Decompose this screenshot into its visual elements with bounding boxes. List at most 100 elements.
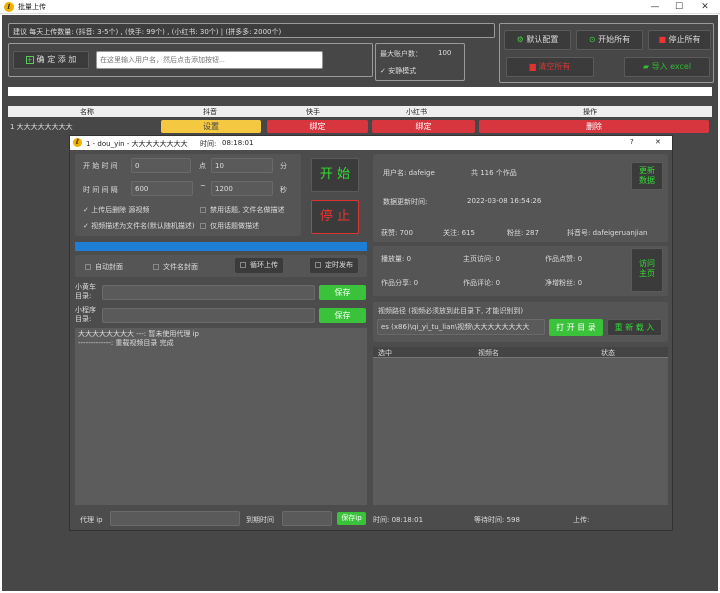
gear-icon: ⚙ xyxy=(516,35,527,44)
username-input[interactable] xyxy=(96,51,323,69)
stop-all-button[interactable]: ■ 停止所有 xyxy=(648,30,711,50)
cart-dir-input[interactable] xyxy=(102,285,315,300)
start-hour-input[interactable]: 0 xyxy=(131,158,191,173)
open-dir-button[interactable]: 打 开 目 录 xyxy=(549,319,603,336)
fans-stat: 粉丝: 287 xyxy=(507,229,539,237)
maximize-icon[interactable]: ☐ xyxy=(668,0,690,14)
delete-after-checkbox[interactable]: ✓ 上传后删除 源视频 xyxy=(83,205,149,215)
log-line: 大大大大大大大大 ---: 暂未使用代理 ip xyxy=(78,330,199,338)
visit-home-button[interactable]: 访问 主页 xyxy=(631,248,663,292)
clear-all-button[interactable]: ▆ 清空所有 xyxy=(506,57,594,77)
safe-mode-checkbox[interactable]: ✓ 安静模式 xyxy=(380,66,416,76)
works-count: 共 116 个作品 xyxy=(471,169,517,177)
table-row[interactable]: 1 大大大大大大大大 设置 绑定 绑定 删除 xyxy=(8,120,712,133)
interval-min-input[interactable]: 600 xyxy=(131,181,193,196)
cover-options-panel: 自动封面 文件名封面 循环上传 定时发布 xyxy=(75,255,367,277)
work-stats-panel: 播放量: 0 主页访问: 0 作品点赞: 0 作品分享: 0 作品评论: 0 净… xyxy=(373,246,668,296)
cart-save-button[interactable]: 保存 xyxy=(319,285,366,300)
max-accounts-group: 最大账户数： 100 ✓ 安静模式 xyxy=(375,43,465,81)
close-window-icon[interactable]: ✕ xyxy=(694,0,716,14)
start-all-button[interactable]: ⊙ 开始所有 xyxy=(576,30,643,50)
stop-button[interactable]: 停 止 xyxy=(311,200,359,234)
upload-status-label: 上传: xyxy=(573,516,590,524)
loop-upload-label: 循环上传 xyxy=(250,261,278,269)
dialog-time-value: 08:18:01 xyxy=(222,139,254,147)
filename-cover-label: 文件名封面 xyxy=(163,263,198,271)
loop-upload-toggle[interactable]: 循环上传 xyxy=(235,258,283,273)
import-excel-label: 导入 excel xyxy=(651,62,692,71)
proxy-label: 代理 ip xyxy=(80,516,103,524)
likes-stat: 获赞: 700 xyxy=(381,229,413,237)
max-accounts-value[interactable]: 100 xyxy=(438,49,451,57)
col-status: 状态 xyxy=(601,349,615,357)
timed-publish-toggle[interactable]: 定时发布 xyxy=(310,258,358,273)
interval-max-input[interactable]: 1200 xyxy=(211,181,273,196)
desc-filename-checkbox[interactable]: ✓ 视频描述为文件名(默认随机描述) xyxy=(83,221,195,231)
play-icon: ⊙ xyxy=(588,35,599,44)
refresh-data-button[interactable]: 更新 数据 xyxy=(631,162,663,190)
topic-only-label: 仅用话题做描述 xyxy=(210,222,259,230)
douyin-set-button[interactable]: 设置 xyxy=(161,120,261,133)
filename-cover-checkbox[interactable]: 文件名封面 xyxy=(153,262,198,272)
minimize-icon[interactable]: — xyxy=(644,0,666,14)
interval-label: 时 间 间 隔 xyxy=(83,186,118,194)
desc-filename-label: 视频描述为文件名(默认随机描述) xyxy=(91,222,195,230)
start-time-label: 开 始 时 间 xyxy=(83,162,118,170)
plays-stat: 播放量: 0 xyxy=(381,255,412,263)
delete-row-button[interactable]: 删除 xyxy=(479,120,709,133)
import-excel-button[interactable]: ▰ 导入 excel xyxy=(624,57,710,77)
hint-text: 建议 每天上传数量: (抖音: 3-5个) , (快手: 99个) , (小红书… xyxy=(13,28,282,36)
video-path-panel: 视频路径 (视频必须放到此目录下, 才能识别到) es (x86)\qi_yi_… xyxy=(373,302,668,342)
topic-only-checkbox[interactable]: 仅用话题做描述 xyxy=(200,221,259,231)
default-config-button[interactable]: ⚙ 默认配置 xyxy=(504,30,571,50)
col-action: 操作 xyxy=(583,108,597,116)
video-list[interactable]: 选中 视频名 状态 xyxy=(373,347,668,505)
xiaohongshu-bind-button[interactable]: 绑定 xyxy=(372,120,475,133)
shares-stat: 作品分享: 0 xyxy=(381,279,419,287)
update-time-label: 数据更新时间: xyxy=(383,198,428,206)
update-time-value: 2022-03-08 16:54:26 xyxy=(467,197,542,205)
clear-all-label: 清空所有 xyxy=(538,62,571,71)
schedule-panel: 开 始 时 间 0 点 10 分 时 间 间 隔 600 ~ 1200 秒 ✓ … xyxy=(75,154,301,236)
follow-stat: 关注: 615 xyxy=(443,229,475,237)
col-xiaohongshu: 小红书 xyxy=(406,108,427,116)
second-unit: 秒 xyxy=(280,186,287,194)
stop-all-label: 停止所有 xyxy=(668,35,701,44)
ban-topic-checkbox[interactable]: 禁用话题, 文件名做描述 xyxy=(200,205,284,215)
checkbox-box xyxy=(85,264,91,270)
delete-after-label: 上传后删除 源视频 xyxy=(91,206,150,214)
user-info-panel: 用户名: dafeige 共 116 个作品 更新 数据 数据更新时间: 202… xyxy=(373,154,668,228)
start-minute-input[interactable]: 10 xyxy=(211,158,273,173)
help-icon[interactable]: ? xyxy=(630,138,634,146)
col-kuaishou: 快手 xyxy=(306,108,320,116)
comments-stat: 作品评论: 0 xyxy=(463,279,501,287)
save-ip-button[interactable]: 保存ip xyxy=(337,512,366,525)
account-dialog: ℓ 1 - dou_yin - 大大大大大大大大 时间: 08:18:01 ? … xyxy=(69,135,673,531)
col-video-name: 视频名 xyxy=(478,349,499,357)
start-button[interactable]: 开 始 xyxy=(311,158,359,192)
dialog-titlebar: ℓ 1 - dou_yin - 大大大大大大大大 时间: 08:18:01 ? … xyxy=(70,136,672,150)
proxy-input[interactable] xyxy=(110,511,240,526)
window-titlebar: ℓ 批量上传 — ☐ ✕ xyxy=(0,0,720,14)
add-user-button[interactable]: + 确 定 添 加 xyxy=(13,51,89,69)
app-icon: ℓ xyxy=(4,2,14,12)
video-path-input[interactable]: es (x86)\qi_yi_tu_lian\视频\大大大大大大大大 xyxy=(377,319,545,335)
mini-save-button[interactable]: 保存 xyxy=(319,308,366,323)
timed-publish-label: 定时发布 xyxy=(325,261,353,269)
log-area[interactable]: 大大大大大大大大 ---: 暂未使用代理 ip -------------: 重… xyxy=(75,328,367,505)
kuaishou-bind-button[interactable]: 绑定 xyxy=(267,120,368,133)
douyin-id: 抖音号: dafeigeruanjian xyxy=(567,229,648,237)
home-visits-stat: 主页访问: 0 xyxy=(463,255,501,263)
auto-cover-checkbox[interactable]: 自动封面 xyxy=(85,262,123,272)
mini-dir-input[interactable] xyxy=(102,308,315,323)
reload-button[interactable]: 重 新 载 入 xyxy=(607,319,662,336)
dialog-close-icon[interactable]: ✕ xyxy=(655,138,661,146)
expire-label: 到期时间 xyxy=(246,516,274,524)
interval-sep: ~ xyxy=(200,182,206,190)
add-user-label: 确 定 添 加 xyxy=(36,55,77,64)
video-list-header: 选中 视频名 状态 xyxy=(373,347,668,358)
work-likes-stat: 作品点赞: 0 xyxy=(545,255,583,263)
dialog-app-icon: ℓ xyxy=(73,138,82,147)
expire-input[interactable] xyxy=(282,511,332,526)
hint-box: 建议 每天上传数量: (抖音: 3-5个) , (快手: 99个) , (小红书… xyxy=(8,23,495,38)
